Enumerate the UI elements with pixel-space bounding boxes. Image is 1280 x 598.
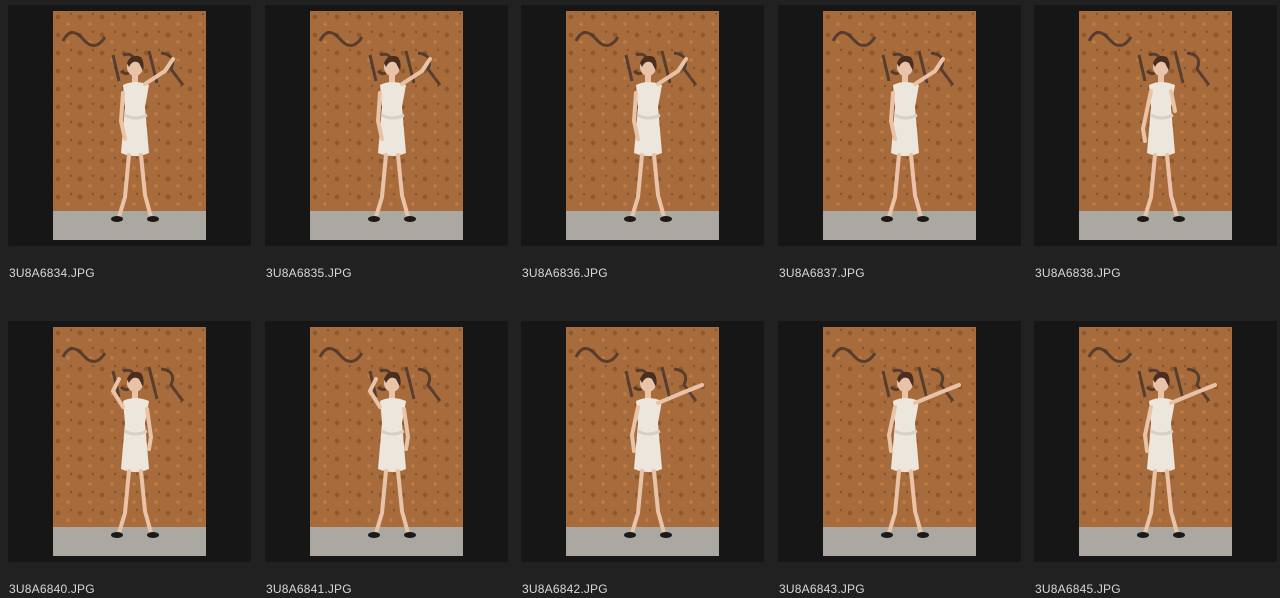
thumbnail-filename[interactable]: 3U8A6835.JPG: [266, 266, 352, 280]
thumbnail-filename[interactable]: 3U8A6834.JPG: [9, 266, 95, 280]
thumbnail-image[interactable]: [265, 5, 508, 246]
thumbnail-image[interactable]: [265, 321, 508, 562]
thumbnail-filename[interactable]: 3U8A6843.JPG: [779, 582, 865, 596]
thumbnail-image[interactable]: [521, 321, 764, 562]
thumbnail-image[interactable]: [521, 5, 764, 246]
thumbnail-filename[interactable]: 3U8A6842.JPG: [522, 582, 608, 596]
thumbnail-image[interactable]: [8, 5, 251, 246]
thumbnail-filename[interactable]: 3U8A6836.JPG: [522, 266, 608, 280]
thumbnail-image[interactable]: [778, 5, 1021, 246]
thumbnail-filename[interactable]: 3U8A6840.JPG: [9, 582, 95, 596]
thumbnail-filename[interactable]: 3U8A6841.JPG: [266, 582, 352, 596]
thumbnail-filename[interactable]: 3U8A6837.JPG: [779, 266, 865, 280]
thumbnail-image[interactable]: [1034, 321, 1277, 562]
thumbnail-filename[interactable]: 3U8A6838.JPG: [1035, 266, 1121, 280]
thumbnail-image[interactable]: [8, 321, 251, 562]
photo-grid: 3U8A6834.JPG 3U8A6835.JPG 3U8A6836.JPG 3U8A…: [0, 0, 1280, 598]
thumbnail-image[interactable]: [1034, 5, 1277, 246]
thumbnail-filename[interactable]: 3U8A6845.JPG: [1035, 582, 1121, 596]
thumbnail-image[interactable]: [778, 321, 1021, 562]
